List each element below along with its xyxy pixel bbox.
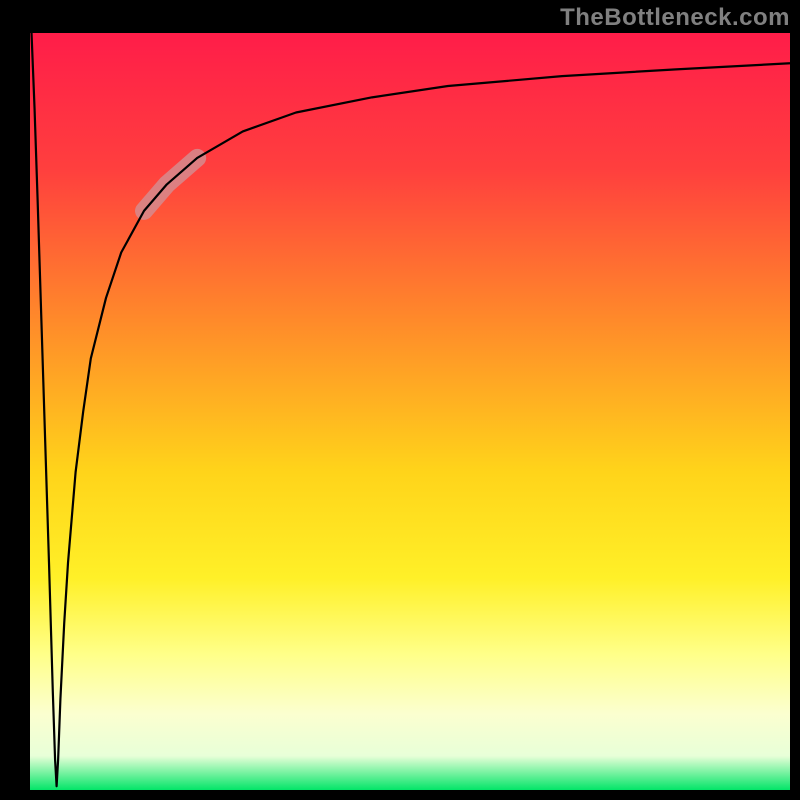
plot-area [30,33,790,790]
watermark-text: TheBottleneck.com [560,4,790,32]
bottleneck-chart: TheBottleneck.com [0,0,800,800]
chart-svg [0,0,800,800]
